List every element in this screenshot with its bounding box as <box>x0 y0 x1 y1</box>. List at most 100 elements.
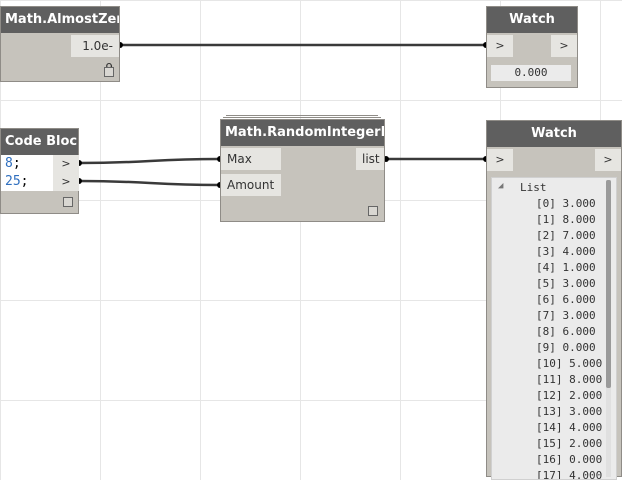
node-random-integer-list[interactable]: Math.RandomIntegerList Max Amount list <box>220 119 385 222</box>
list-item-value: 5.000 <box>569 357 603 370</box>
preview-toggle-icon[interactable] <box>104 67 114 77</box>
list-item-index: [5] <box>536 277 556 290</box>
list-item-index: [0] <box>536 197 556 210</box>
node-stack-edge <box>226 115 378 116</box>
input-port-label: Max <box>227 152 252 166</box>
chevron-right-icon: > <box>495 153 505 166</box>
node-math-almostzero[interactable]: Math.AlmostZero 1.0e-9 <box>0 6 120 82</box>
output-port-list[interactable]: list <box>356 148 384 170</box>
list-item: [16] 0.000 <box>536 452 602 468</box>
list-item: [2] 7.000 <box>536 228 596 244</box>
triangle-expanded-icon[interactable]: ◢ <box>498 181 503 191</box>
list-item: [15] 2.000 <box>536 436 602 452</box>
output-port-line-2[interactable]: > <box>53 173 79 191</box>
list-item: [3] 4.000 <box>536 244 596 260</box>
output-port[interactable]: > <box>595 149 621 171</box>
chevron-right-icon: > <box>559 39 569 52</box>
node-watch-top[interactable]: Watch > > 0.000 <box>486 6 578 88</box>
list-item-index: [8] <box>536 325 556 338</box>
code-line-2: 25; <box>5 174 29 189</box>
input-port-label: Amount <box>227 178 275 192</box>
node-code-block[interactable]: Code Block 8; 25; > > <box>0 128 79 214</box>
output-port[interactable]: > <box>551 35 577 57</box>
list-item-value: 3.000 <box>562 309 596 322</box>
list-item-value: 1.000 <box>562 261 596 274</box>
list-item: [9] 0.000 <box>536 340 596 356</box>
input-port-max[interactable]: Max <box>221 148 281 170</box>
list-item: [11] 8.000 <box>536 372 602 388</box>
scrollbar-thumb[interactable] <box>606 180 611 388</box>
chevron-right-icon: > <box>61 175 71 188</box>
list-item-value: 8.000 <box>562 213 596 226</box>
list-item: [14] 4.000 <box>536 420 602 436</box>
input-port[interactable]: > <box>487 149 513 171</box>
list-item-index: [6] <box>536 293 556 306</box>
list-item-index: [14] <box>536 421 563 434</box>
list-item: [5] 3.000 <box>536 276 596 292</box>
list-item-index: [4] <box>536 261 556 274</box>
list-item-index: [2] <box>536 229 556 242</box>
preview-toggle-icon[interactable] <box>368 206 378 216</box>
node-title: Math.AlmostZero <box>1 7 119 33</box>
input-port-amount[interactable]: Amount <box>221 174 281 196</box>
list-header: List <box>520 181 547 194</box>
list-item-value: 3.000 <box>562 277 596 290</box>
node-watch-list[interactable]: Watch > > ◢ List [0] 3.000 [1] 8.000 [2] 7… <box>486 120 622 480</box>
preview-toggle-icon[interactable] <box>63 197 73 207</box>
list-item: [17] 4.000 <box>536 468 602 480</box>
list-item-index: [10] <box>536 357 563 370</box>
list-item-index: [7] <box>536 309 556 322</box>
node-title: Math.RandomIntegerList <box>221 120 384 146</box>
list-item: [0] 3.000 <box>536 196 596 212</box>
list-item-value: 4.000 <box>562 245 596 258</box>
list-item: [1] 8.000 <box>536 212 596 228</box>
list-item-index: [11] <box>536 373 563 386</box>
output-port-line-1[interactable]: > <box>53 155 79 173</box>
node-title: Watch <box>487 7 577 33</box>
list-item-value: 3.000 <box>562 197 596 210</box>
list-item-index: [9] <box>536 341 556 354</box>
list-item-value: 2.000 <box>569 437 603 450</box>
list-item-index: [15] <box>536 437 563 450</box>
code-line-1: 8; <box>5 156 21 171</box>
list-item-index: [16] <box>536 453 563 466</box>
output-port-label: list <box>362 152 380 166</box>
node-title: Watch <box>487 121 621 147</box>
output-port-value[interactable]: 1.0e-9 <box>71 35 119 75</box>
chevron-right-icon: > <box>495 39 505 52</box>
wire-code-8-to-max[interactable] <box>78 157 221 165</box>
input-port[interactable]: > <box>487 35 513 57</box>
chevron-right-icon: > <box>61 157 71 170</box>
list-item: [12] 2.000 <box>536 388 602 404</box>
list-item: [8] 6.000 <box>536 324 596 340</box>
list-item-value: 6.000 <box>562 293 596 306</box>
list-item: [4] 1.000 <box>536 260 596 276</box>
list-item-value: 0.000 <box>562 341 596 354</box>
list-item-value: 7.000 <box>562 229 596 242</box>
list-item-value: 2.000 <box>569 389 603 402</box>
code-editor[interactable]: 8; 25; <box>1 155 53 191</box>
watch-list-panel[interactable]: ◢ List [0] 3.000 [1] 8.000 [2] 7.000 [3] 4.… <box>491 177 617 480</box>
wire-code-25-to-amount[interactable] <box>78 179 221 187</box>
list-item-index: [17] <box>536 469 563 480</box>
list-item: [6] 6.000 <box>536 292 596 308</box>
list-item-value: 8.000 <box>569 373 603 386</box>
list-item: [13] 3.000 <box>536 404 602 420</box>
list-item-index: [3] <box>536 245 556 258</box>
list-item-index: [12] <box>536 389 563 402</box>
list-item: [7] 3.000 <box>536 308 596 324</box>
node-stack-edge <box>223 117 381 118</box>
chevron-right-icon: > <box>603 153 613 166</box>
list-item-value: 6.000 <box>562 325 596 338</box>
graph-canvas[interactable]: Math.AlmostZero 1.0e-9 Watch > > 0.000 C… <box>0 0 622 480</box>
node-title: Code Block <box>1 129 78 155</box>
